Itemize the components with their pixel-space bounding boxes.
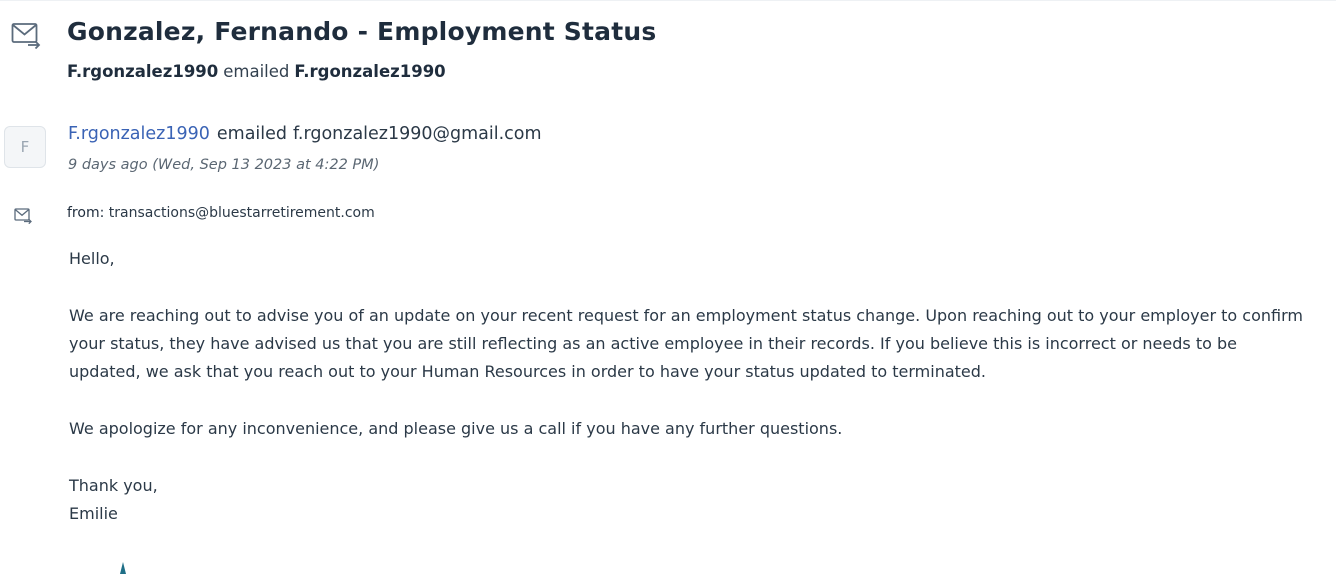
body-paragraph-1: We are reaching out to advise you of an … [69,306,1303,381]
page-title: Gonzalez, Fernando - Employment Status [67,17,657,46]
recipient-email: f.rgonzalez1990@gmail.com [293,124,542,144]
mail-forward-icon-small [14,208,32,224]
greeting: Hello, [69,249,115,268]
email-body: Hello, We are reaching out to advise you… [69,245,1309,528]
message-sender-line: F.rgonzalez1990 emailed f.rgonzalez1990@gm… [68,124,542,144]
sender-link[interactable]: F.rgonzalez1990 [68,124,210,144]
signature: Emilie [69,504,118,523]
from-label: from: [67,205,105,221]
from-line: from: transactions@bluestarretirement.co… [67,205,375,221]
top-divider [0,0,1336,1]
summary-recipient[interactable]: F.rgonzalez1990 [294,62,445,81]
company-logo-icon [120,562,126,574]
summary-sender[interactable]: F.rgonzalez1990 [67,62,218,81]
message-timestamp: 9 days ago (Wed, Sep 13 2023 at 4:22 PM) [68,157,380,173]
summary-verb: emailed [223,62,290,81]
sender-verb: emailed [216,124,288,144]
avatar[interactable]: F [4,126,46,168]
body-paragraph-2: We apologize for any inconvenience, and … [69,419,843,438]
from-address: transactions@bluestarretirement.com [108,205,375,221]
conversation-summary: F.rgonzalez1990 emailed F.rgonzalez1990 [67,62,446,81]
closing: Thank you, [69,476,158,495]
mail-forward-icon [11,23,41,49]
